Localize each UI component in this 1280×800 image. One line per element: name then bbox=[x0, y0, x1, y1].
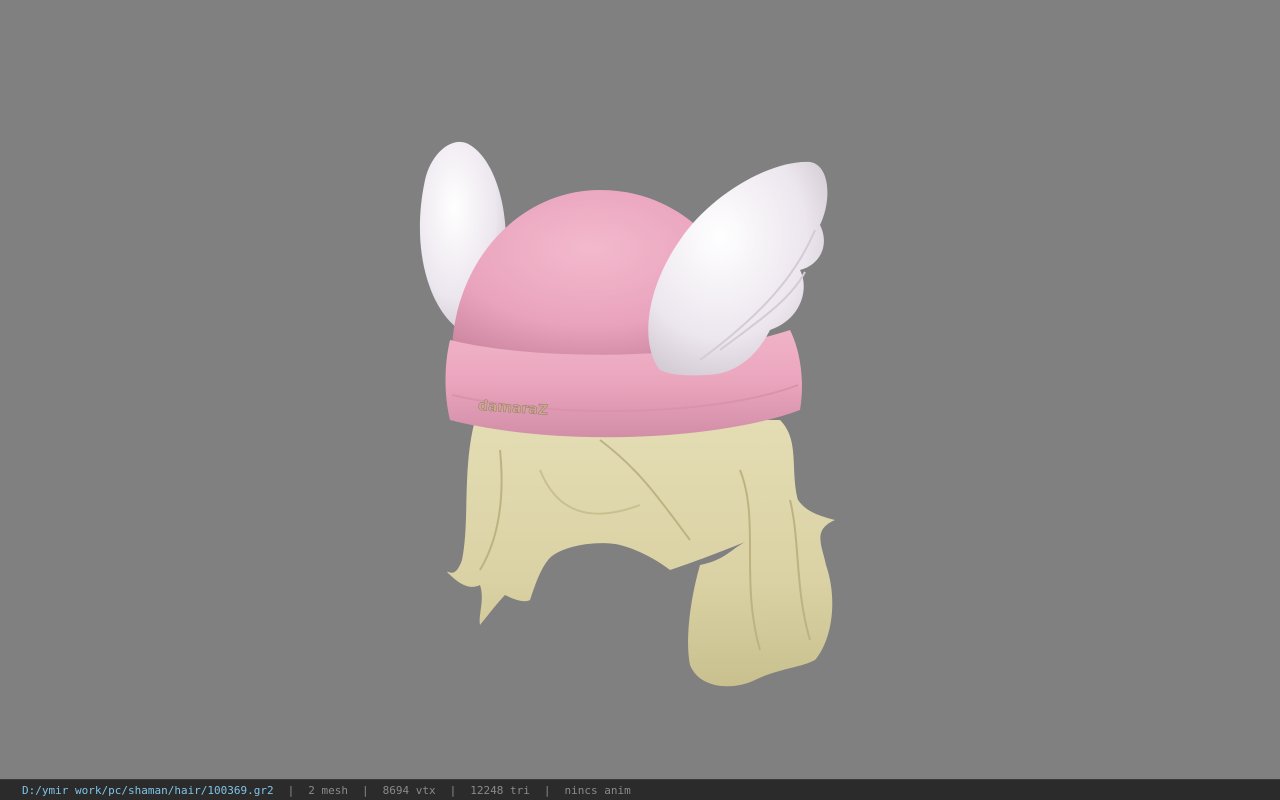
separator: | bbox=[362, 783, 369, 797]
right-wing bbox=[648, 161, 828, 376]
hair-mesh bbox=[447, 420, 835, 687]
separator: | bbox=[543, 783, 551, 797]
separator: | bbox=[449, 783, 457, 797]
vertex-count-label: 8694 vtx bbox=[382, 783, 436, 797]
3d-viewport[interactable]: damaraZ bbox=[0, 0, 1280, 779]
animation-state-label: nincs anim bbox=[564, 783, 631, 797]
separator: | bbox=[287, 783, 295, 797]
status-bar: D:/ymir work/pc/shaman/hair/100369.gr2 |… bbox=[0, 779, 1280, 800]
mesh-count-label: 2 mesh bbox=[308, 783, 349, 797]
file-path-label: D:/ymir work/pc/shaman/hair/100369.gr2 bbox=[22, 783, 274, 797]
triangle-count-label: 12248 tri bbox=[470, 783, 530, 797]
model-render: damaraZ bbox=[419, 141, 835, 687]
